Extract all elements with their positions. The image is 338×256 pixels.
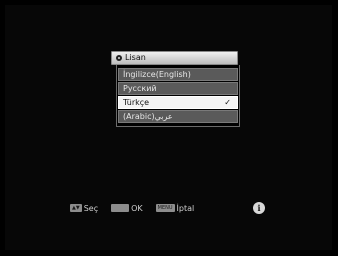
help-bar: ▲▼ Seç OK MENU İptal	[70, 202, 207, 214]
language-option-english[interactable]: İngilizce(English)	[118, 68, 238, 81]
language-option-label: Русский	[123, 84, 157, 93]
info-icon[interactable]: i	[253, 202, 265, 214]
arrow-keys-icon: ▲▼	[70, 204, 82, 212]
language-option-arabic[interactable]: (Arabic)عربي	[118, 110, 238, 123]
help-cancel-label: İptal	[176, 203, 195, 213]
dialog-title-bar: Lisan	[111, 51, 238, 65]
help-ok: OK	[111, 204, 143, 213]
ok-key-icon	[111, 204, 130, 212]
language-option-label: İngilizce(English)	[123, 70, 191, 79]
help-cancel: MENU İptal	[155, 203, 195, 213]
menu-key-icon: MENU	[155, 204, 175, 212]
language-option-russian[interactable]: Русский	[118, 82, 238, 95]
help-select-label: Seç	[83, 203, 99, 213]
settings-icon	[116, 55, 122, 61]
dialog-title: Lisan	[125, 53, 146, 62]
language-list: İngilizce(English) Русский Türkçe ✓ (Ara…	[116, 65, 240, 127]
help-select: ▲▼ Seç	[70, 204, 98, 213]
language-dialog: Lisan İngilizce(English) Русский Türkçe …	[111, 51, 240, 127]
language-option-turkish[interactable]: Türkçe ✓	[118, 96, 238, 109]
language-option-label: (Arabic)عربي	[123, 112, 173, 121]
help-ok-label: OK	[131, 203, 143, 213]
checkmark-icon: ✓	[224, 98, 231, 107]
language-option-label: Türkçe	[123, 98, 150, 107]
